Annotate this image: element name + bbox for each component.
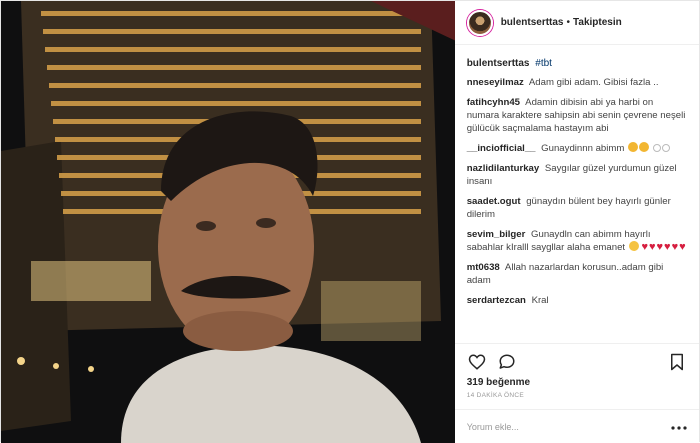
comment-text: Gunaydinnn abimm bbox=[541, 143, 625, 154]
comment: sevim_bilger Gunaydln can abimm hayırlı … bbox=[467, 228, 687, 254]
selfie-photo-illustration bbox=[1, 1, 455, 443]
heart-emoji-icon: ♥ bbox=[671, 241, 679, 253]
post-caption: bulentserttas #tbt bbox=[467, 57, 687, 70]
heart-outline-icon[interactable] bbox=[467, 352, 487, 372]
heart-emoji-icon: ♥ bbox=[656, 241, 664, 253]
clapping-hands-emoji-icon bbox=[628, 142, 639, 152]
post-timestamp: 14 DAKİKA ÖNCE bbox=[466, 392, 525, 399]
comment-username[interactable]: fatihcyhn45 bbox=[467, 97, 520, 108]
comment: saadet.ogut günaydın bülent bey hayırlı … bbox=[467, 195, 687, 221]
post-header: bulentserttas • Takiptesin bbox=[454, 1, 699, 45]
bookmark-icon[interactable] bbox=[667, 352, 687, 372]
comment-username[interactable]: saadet.ogut bbox=[467, 196, 521, 207]
comment-username[interactable]: mt0638 bbox=[467, 262, 500, 273]
speech-bubble-icon[interactable] bbox=[497, 352, 517, 372]
comment-username[interactable]: __inciofficial__ bbox=[467, 143, 536, 154]
comment: nazlidilanturkay Saygılar güzel yurdumun… bbox=[467, 162, 687, 188]
comment-text: Kral bbox=[531, 295, 549, 306]
comment-username[interactable]: sevim_bilger bbox=[467, 229, 526, 240]
comment-username[interactable]: nneseyilmaz bbox=[467, 77, 524, 88]
comment: nneseyilmaz Adam gibi adam. Gibisi fazla… bbox=[467, 76, 687, 89]
instagram-post: bulentserttas • Takiptesin bulentserttas… bbox=[0, 0, 700, 443]
comment-text: Adam gibi adam. Gibisi fazla .. bbox=[528, 77, 659, 88]
caption-hashtag[interactable]: #tbt bbox=[535, 58, 552, 69]
add-comment-field[interactable]: Yorum ekle... bbox=[454, 409, 699, 443]
separator-dot: • bbox=[566, 17, 571, 28]
clapping-hands-emoji-icon bbox=[639, 142, 650, 152]
add-comment-placeholder[interactable]: Yorum ekle... bbox=[467, 422, 519, 432]
smile-emoji-icon bbox=[628, 241, 639, 251]
post-side-panel: bulentserttas • Takiptesin bulentserttas… bbox=[454, 1, 699, 443]
heart-emoji-icon: ♥ bbox=[679, 241, 686, 253]
more-dots-icon[interactable] bbox=[671, 422, 687, 432]
post-photo[interactable] bbox=[1, 1, 455, 443]
comment: fatihcyhn45 Adamin dibisin abi ya harbi … bbox=[467, 96, 687, 135]
like-count[interactable]: 319 beğenme bbox=[455, 373, 699, 388]
unknown-emoji-icon bbox=[661, 144, 670, 152]
comment: mt0638 Allah nazarlardan korusun..adam g… bbox=[467, 261, 687, 287]
unknown-emoji-icon bbox=[652, 144, 661, 152]
comment: __inciofficial__ Gunaydinnn abimm bbox=[467, 142, 687, 155]
comment-username[interactable]: serdartezcan bbox=[467, 295, 526, 306]
follow-status-button[interactable]: Takiptesin bbox=[573, 17, 622, 28]
heart-emoji-icon: ♥ bbox=[664, 241, 671, 253]
comment: serdartezcan Kral bbox=[467, 294, 687, 307]
caption-username[interactable]: bulentserttas bbox=[467, 58, 530, 69]
heart-emoji-icon: ♥ bbox=[641, 241, 648, 253]
heart-emoji-icon: ♥ bbox=[648, 241, 656, 253]
comment-username[interactable]: nazlidilanturkay bbox=[467, 163, 540, 174]
avatar[interactable] bbox=[466, 9, 493, 36]
header-username[interactable]: bulentserttas bbox=[501, 17, 564, 28]
action-bar bbox=[454, 343, 699, 373]
comments-list: bulentserttas #tbt nneseyilmaz Adam gibi… bbox=[455, 45, 699, 343]
